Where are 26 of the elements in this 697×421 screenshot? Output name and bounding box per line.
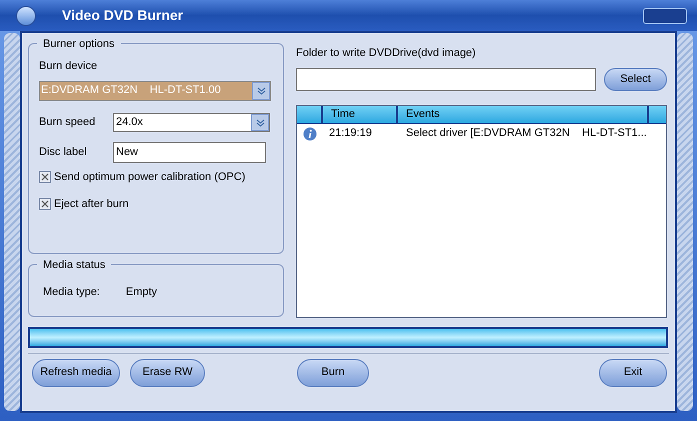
checkbox[interactable] xyxy=(39,198,51,210)
disc-label-field[interactable]: New xyxy=(113,142,266,162)
field-label: Burn device xyxy=(39,59,98,74)
field-label: Burn speed xyxy=(39,114,96,130)
checkbox-label[interactable]: Eject after burn xyxy=(54,196,129,212)
checkbox[interactable] xyxy=(39,170,51,183)
action-button[interactable]: Erase RW xyxy=(130,358,205,386)
column-header[interactable]: Time xyxy=(323,106,398,122)
field-label: Disc label xyxy=(39,144,88,160)
checkbox-label[interactable]: Send optimum power calibration (OPC) xyxy=(54,168,246,185)
group-title: Burner options xyxy=(37,36,121,52)
window-title: Video DVD Burner xyxy=(62,6,184,25)
time-cell: 21:19:19 xyxy=(329,127,372,140)
burn-speed-dropdown[interactable]: 24.0x xyxy=(113,112,270,132)
select-button[interactable]: Select xyxy=(604,68,667,90)
app-icon xyxy=(16,6,36,26)
folder-path-field[interactable] xyxy=(296,68,596,90)
action-button[interactable]: Refresh media xyxy=(32,358,120,386)
media-type-value: Empty xyxy=(126,285,158,300)
action-button[interactable]: Burn xyxy=(297,358,369,386)
action-button[interactable]: Exit xyxy=(599,358,667,386)
column-header[interactable]: Events xyxy=(398,106,649,122)
event-cell-text: Select driver [E:DVDRAM GT32N HL-DT-ST1... xyxy=(405,126,647,142)
folder-label: Folder to write DVDDrive(dvd image) xyxy=(296,46,476,61)
media-type-label: Media type: xyxy=(43,285,100,300)
info-icon xyxy=(303,126,317,140)
